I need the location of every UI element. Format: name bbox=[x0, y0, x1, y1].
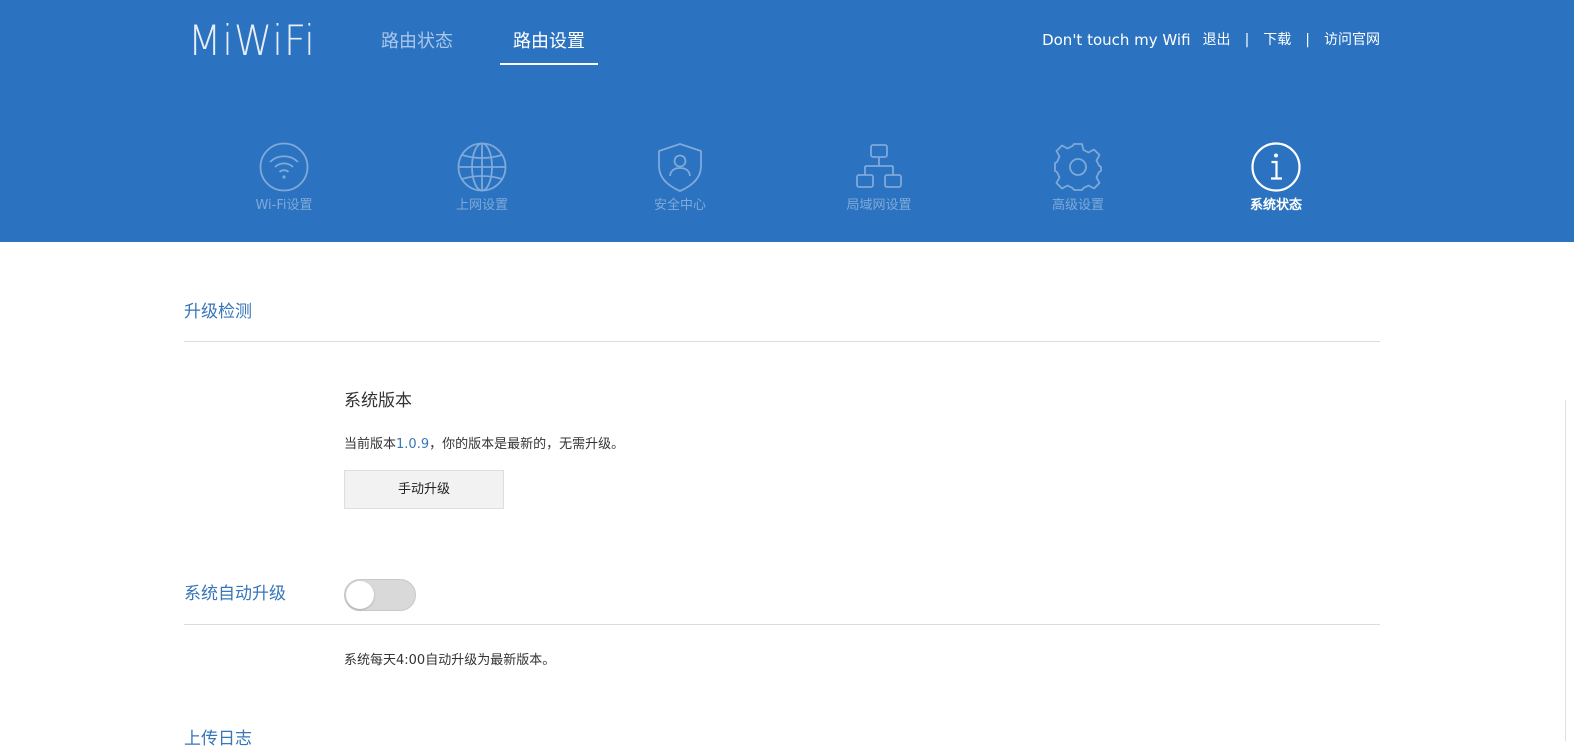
nav-item-lan-settings[interactable]: 局域网设置 bbox=[819, 141, 939, 214]
tab-router-settings[interactable]: 路由设置 bbox=[513, 30, 585, 54]
upgrade-section-title: 升级检测 bbox=[184, 302, 252, 322]
auto-upgrade-toggle[interactable] bbox=[344, 579, 416, 611]
gear-icon bbox=[1054, 143, 1102, 191]
version-status: 当前版本1.0.9，你的版本是最新的，无需升级。 bbox=[344, 436, 624, 454]
nav-item-advanced-settings[interactable]: 高级设置 bbox=[1018, 141, 1138, 214]
nav-label: 高级设置 bbox=[1051, 198, 1104, 213]
nav-item-wifi-settings[interactable]: Wi-Fi设置 bbox=[224, 141, 344, 214]
auto-upgrade-description: 系统每天4:00自动升级为最新版本。 bbox=[344, 653, 556, 668]
shield-icon bbox=[658, 143, 702, 192]
official-site-link[interactable]: 访问官网 bbox=[1324, 30, 1380, 50]
upload-log-section-title: 上传日志 bbox=[184, 729, 252, 749]
version-suffix: ，你的版本是最新的，无需升级。 bbox=[429, 437, 625, 452]
header-bar: MiWiFi 路由状态 路由设置 Don't touch my Wifi 退出 | 下… bbox=[0, 0, 1574, 242]
scrollbar-track[interactable] bbox=[1565, 400, 1574, 741]
auto-upgrade-section-title: 系统自动升级 bbox=[184, 584, 286, 604]
nav-label: 上网设置 bbox=[455, 198, 508, 213]
version-prefix: 当前版本 bbox=[344, 437, 397, 452]
separator: | bbox=[1305, 32, 1310, 48]
lan-icon bbox=[856, 144, 902, 188]
system-version-title: 系统版本 bbox=[344, 391, 412, 411]
nav-item-system-status[interactable]: 系统状态 bbox=[1216, 141, 1336, 214]
download-link[interactable]: 下载 bbox=[1263, 30, 1291, 50]
nav-label: 局域网设置 bbox=[846, 198, 912, 213]
user-area: Don't touch my Wifi 退出 | 下载 | 访问官网 bbox=[1042, 30, 1380, 50]
active-tab-indicator bbox=[500, 63, 598, 65]
nav-label: 系统状态 bbox=[1249, 198, 1302, 213]
toggle-knob bbox=[346, 581, 374, 609]
globe-icon bbox=[457, 142, 507, 192]
user-name: Don't touch my Wifi bbox=[1042, 31, 1191, 49]
wifi-icon bbox=[259, 142, 309, 192]
tab-router-status[interactable]: 路由状态 bbox=[381, 30, 453, 54]
nav-label: Wi-Fi设置 bbox=[255, 198, 313, 213]
info-icon bbox=[1251, 142, 1301, 192]
logout-link[interactable]: 退出 bbox=[1203, 30, 1231, 50]
nav-item-security-center[interactable]: 安全中心 bbox=[620, 141, 740, 214]
nav-label: 安全中心 bbox=[653, 198, 706, 213]
miwifi-logo: MiWiFi bbox=[188, 16, 316, 65]
section-divider bbox=[184, 341, 1380, 342]
manual-upgrade-button[interactable]: 手动升级 bbox=[344, 470, 504, 509]
section-divider bbox=[184, 624, 1380, 625]
nav-item-internet-settings[interactable]: 上网设置 bbox=[422, 141, 542, 214]
separator: | bbox=[1244, 32, 1250, 48]
version-number: 1.0.9 bbox=[396, 437, 430, 452]
